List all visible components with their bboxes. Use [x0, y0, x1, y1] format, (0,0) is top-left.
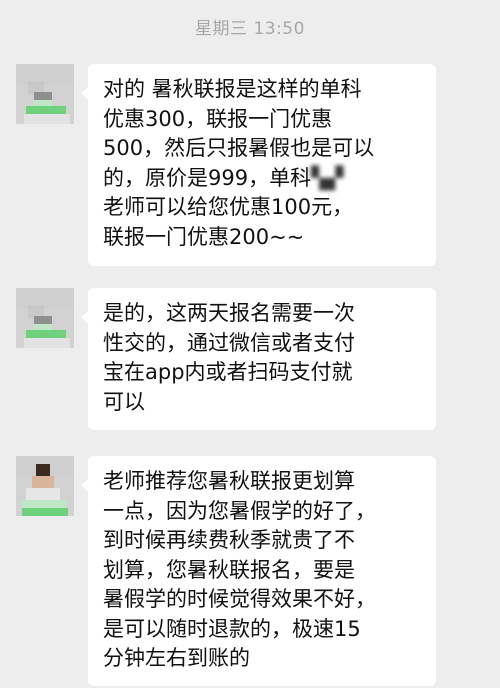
message-line: 是可以随时退款的，极速15: [103, 616, 361, 641]
message-line-text: 的，原价是999，单科: [103, 165, 312, 190]
message-line: 一点，因为您暑假学的好了，: [103, 498, 376, 523]
message-line: 是的，这两天报名需要一次: [103, 301, 355, 325]
message-bubble[interactable]: 对的 暑秋联报是这样的单科 优惠300，联报一门优惠 500，然后只报暑假也是可…: [81, 64, 436, 266]
chat-timestamp: 星期三 13:50: [195, 19, 305, 39]
contact-avatar-icon[interactable]: [16, 456, 74, 516]
message-line: 到时候再续费秋季就贵了不: [103, 528, 355, 552]
contact-avatar-icon[interactable]: [16, 288, 74, 348]
redacted-text: ▚▞: [311, 165, 344, 190]
message-line: 优惠300，联报一门优惠: [103, 106, 333, 131]
message-line: 可以: [103, 389, 145, 414]
message-line: 性交的，通过微信或者支付: [103, 330, 355, 355]
message-line: 分钟左右到账的: [103, 646, 250, 670]
message-line: 暑假学的时候觉得效果不好，: [103, 587, 376, 611]
message-line: 的，原价是999，单科▚▞: [103, 164, 422, 194]
message-bubble[interactable]: 老师推荐您暑秋联报更划算 一点，因为您暑假学的好了， 到时候再续费秋季就贵了不 …: [81, 456, 436, 686]
message-line: 宝在app内或者扫码支付就: [103, 360, 353, 384]
message-line: 对的 暑秋联报是这样的单科: [103, 77, 362, 101]
message-line: 联报一门优惠200~~: [103, 224, 305, 249]
message-line: 500，然后只报暑假也是可以: [103, 136, 375, 160]
message-line: 老师推荐您暑秋联报更划算: [103, 469, 355, 493]
message-line: 老师可以给您优惠100元，: [103, 195, 354, 219]
message-line: 划算，您暑秋联报名，要是: [103, 557, 355, 582]
contact-avatar-icon[interactable]: [16, 64, 74, 124]
message-bubble[interactable]: 是的，这两天报名需要一次 性交的，通过微信或者支付 宝在app内或者扫码支付就 …: [81, 288, 436, 430]
